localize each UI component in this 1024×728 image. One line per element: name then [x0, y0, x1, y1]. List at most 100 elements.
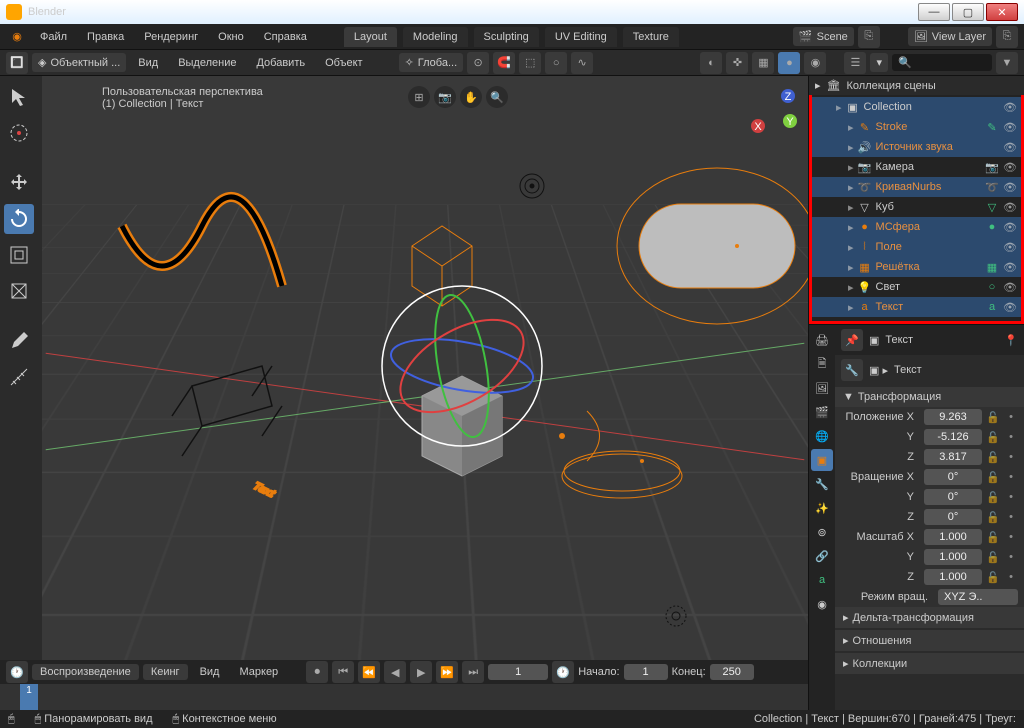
outliner-item-7[interactable]: ▸⦚Поле👁	[812, 237, 1021, 257]
outliner-search[interactable]: 🔍	[892, 54, 992, 71]
relations-header[interactable]: ▸ Отношения	[835, 630, 1024, 651]
object-menu[interactable]: Объект	[317, 54, 370, 72]
timeline-view[interactable]: Вид	[192, 663, 228, 681]
maximize-button[interactable]: ▢	[952, 3, 984, 21]
rot-y[interactable]: 0°	[924, 489, 982, 505]
pivot-icon[interactable]: ⊙	[467, 52, 489, 74]
ptab-object[interactable]: ▣	[811, 449, 833, 471]
snap-icon[interactable]: 🧲	[493, 52, 515, 74]
blender-icon[interactable]: ◉	[6, 26, 28, 48]
tab-sculpting[interactable]: Sculpting	[474, 27, 539, 47]
transform-header[interactable]: ▼ Трансформация	[835, 387, 1024, 407]
tool-annotate[interactable]	[4, 326, 34, 356]
scale-z[interactable]: 1.000	[924, 569, 982, 585]
timeline-editor-icon[interactable]: 🕐	[6, 661, 28, 683]
pin-icon[interactable]: 📌	[841, 329, 863, 351]
outliner-item-4[interactable]: ▸➰КриваяNurbs➰👁	[812, 177, 1021, 197]
tool-rotate[interactable]	[4, 204, 34, 234]
outliner-filter[interactable]: ▾	[870, 53, 888, 72]
scale-x[interactable]: 1.000	[924, 529, 982, 545]
ptab-scene[interactable]: 🎬	[811, 401, 833, 423]
ptab-render[interactable]: 🖨	[811, 329, 833, 351]
tool-move[interactable]	[4, 168, 34, 198]
lock-icon[interactable]: 🔓	[986, 411, 1000, 424]
tool-select[interactable]	[4, 82, 34, 112]
rot-x[interactable]: 0°	[924, 469, 982, 485]
play-rev-icon[interactable]: ◀	[384, 661, 406, 683]
ptab-data[interactable]: a	[811, 569, 833, 591]
outliner-item-5[interactable]: ▸▽Куб▽👁	[812, 197, 1021, 217]
ptab-modifiers[interactable]: 🔧	[811, 473, 833, 495]
rot-z[interactable]: 0°	[924, 509, 982, 525]
pos-z[interactable]: 3.817	[924, 449, 982, 465]
tab-texture[interactable]: Texture	[623, 27, 679, 47]
viewport-3d[interactable]: Пользовательская перспектива (1) Collect…	[42, 76, 808, 728]
snap-target-icon[interactable]: ⬚	[519, 52, 541, 74]
ptab-output[interactable]: 🗎	[811, 353, 833, 375]
new-viewlayer-icon[interactable]: ⎘	[996, 26, 1018, 48]
collections-header[interactable]: ▸ Коллекции	[835, 653, 1024, 674]
wrench-icon[interactable]: 🔧	[841, 359, 863, 381]
menu-help[interactable]: Справка	[256, 28, 315, 46]
ptab-physics[interactable]: ⊚	[811, 521, 833, 543]
outliner-item-3[interactable]: ▸📷Камера📷👁	[812, 157, 1021, 177]
autokey-icon[interactable]: ⏺	[306, 661, 328, 683]
xray-icon[interactable]: ▦	[752, 52, 774, 74]
ptab-material[interactable]: ◉	[811, 593, 833, 615]
menu-render[interactable]: Рендеринг	[136, 28, 206, 46]
ptab-constraints[interactable]: 🔗	[811, 545, 833, 567]
orientation-selector[interactable]: ✧ Глоба...	[399, 53, 464, 72]
keyframe-prev-icon[interactable]: ⏪	[358, 661, 380, 683]
outliner-filter-icon[interactable]: ▼	[996, 52, 1018, 74]
tab-uvediting[interactable]: UV Editing	[545, 27, 617, 47]
mode-selector[interactable]: ◈ Объектный ...	[32, 53, 126, 72]
menu-window[interactable]: Окно	[210, 28, 252, 46]
scene-selector[interactable]: 🎬 Scene	[793, 27, 854, 46]
scale-y[interactable]: 1.000	[924, 549, 982, 565]
keyframe-next-icon[interactable]: ⏩	[436, 661, 458, 683]
jump-end-icon[interactable]: ⏭	[462, 661, 484, 683]
ptab-viewlayer[interactable]: 🖼	[811, 377, 833, 399]
ptab-particles[interactable]: ✨	[811, 497, 833, 519]
keying-menu[interactable]: Кеинг	[143, 664, 188, 680]
tool-cursor[interactable]	[4, 118, 34, 148]
outliner-display-icon[interactable]: ☰	[844, 52, 866, 74]
tab-modeling[interactable]: Modeling	[403, 27, 468, 47]
select-menu[interactable]: Выделение	[170, 54, 244, 72]
menu-file[interactable]: Файл	[32, 28, 75, 46]
ptab-world[interactable]: 🌐	[811, 425, 833, 447]
outliner-item-0[interactable]: ▸▣Collection👁	[812, 97, 1021, 117]
minimize-button[interactable]: —	[918, 3, 950, 21]
current-frame[interactable]: 1	[488, 664, 548, 680]
start-frame[interactable]: 1	[624, 664, 668, 680]
viewlayer-selector[interactable]: 🖼 View Layer	[908, 27, 992, 46]
outliner-item-2[interactable]: ▸🔊Источник звука👁	[812, 137, 1021, 157]
shading-material-icon[interactable]: ◉	[804, 52, 826, 74]
pos-y[interactable]: -5.126	[924, 429, 982, 445]
new-scene-icon[interactable]: ⎘	[858, 26, 880, 48]
outliner-item-10[interactable]: ▸aТекстa👁	[812, 297, 1021, 317]
tool-measure[interactable]	[4, 362, 34, 392]
jump-start-icon[interactable]: ⏮	[332, 661, 354, 683]
add-menu[interactable]: Добавить	[248, 54, 313, 72]
end-frame[interactable]: 250	[710, 664, 754, 680]
outliner-item-1[interactable]: ▸✎Stroke✎👁	[812, 117, 1021, 137]
proportional-icon[interactable]: ○	[545, 52, 567, 74]
tool-scale[interactable]	[4, 240, 34, 270]
rotmode-select[interactable]: XYZ Э..	[938, 589, 1018, 605]
tab-layout[interactable]: Layout	[344, 27, 397, 47]
close-button[interactable]: ✕	[986, 3, 1018, 21]
overlay-icon[interactable]: ◐	[700, 52, 722, 74]
viewport-text-object[interactable]: Text	[250, 481, 278, 499]
falloff-icon[interactable]: ∿	[571, 52, 593, 74]
outliner-item-9[interactable]: ▸💡Свет○👁	[812, 277, 1021, 297]
timeline-ruler[interactable]: 1	[0, 684, 808, 710]
shading-solid-icon[interactable]: ●	[778, 52, 800, 74]
outliner-item-8[interactable]: ▸▦Решётка▦👁	[812, 257, 1021, 277]
playback-menu[interactable]: Воспроизведение	[32, 664, 139, 680]
play-icon[interactable]: ▶	[410, 661, 432, 683]
delta-header[interactable]: ▸ Дельта-трансформация	[835, 607, 1024, 628]
view-menu[interactable]: Вид	[130, 54, 166, 72]
gizmo-icon[interactable]: ✜	[726, 52, 748, 74]
preview-range-icon[interactable]: 🕐	[552, 661, 574, 683]
